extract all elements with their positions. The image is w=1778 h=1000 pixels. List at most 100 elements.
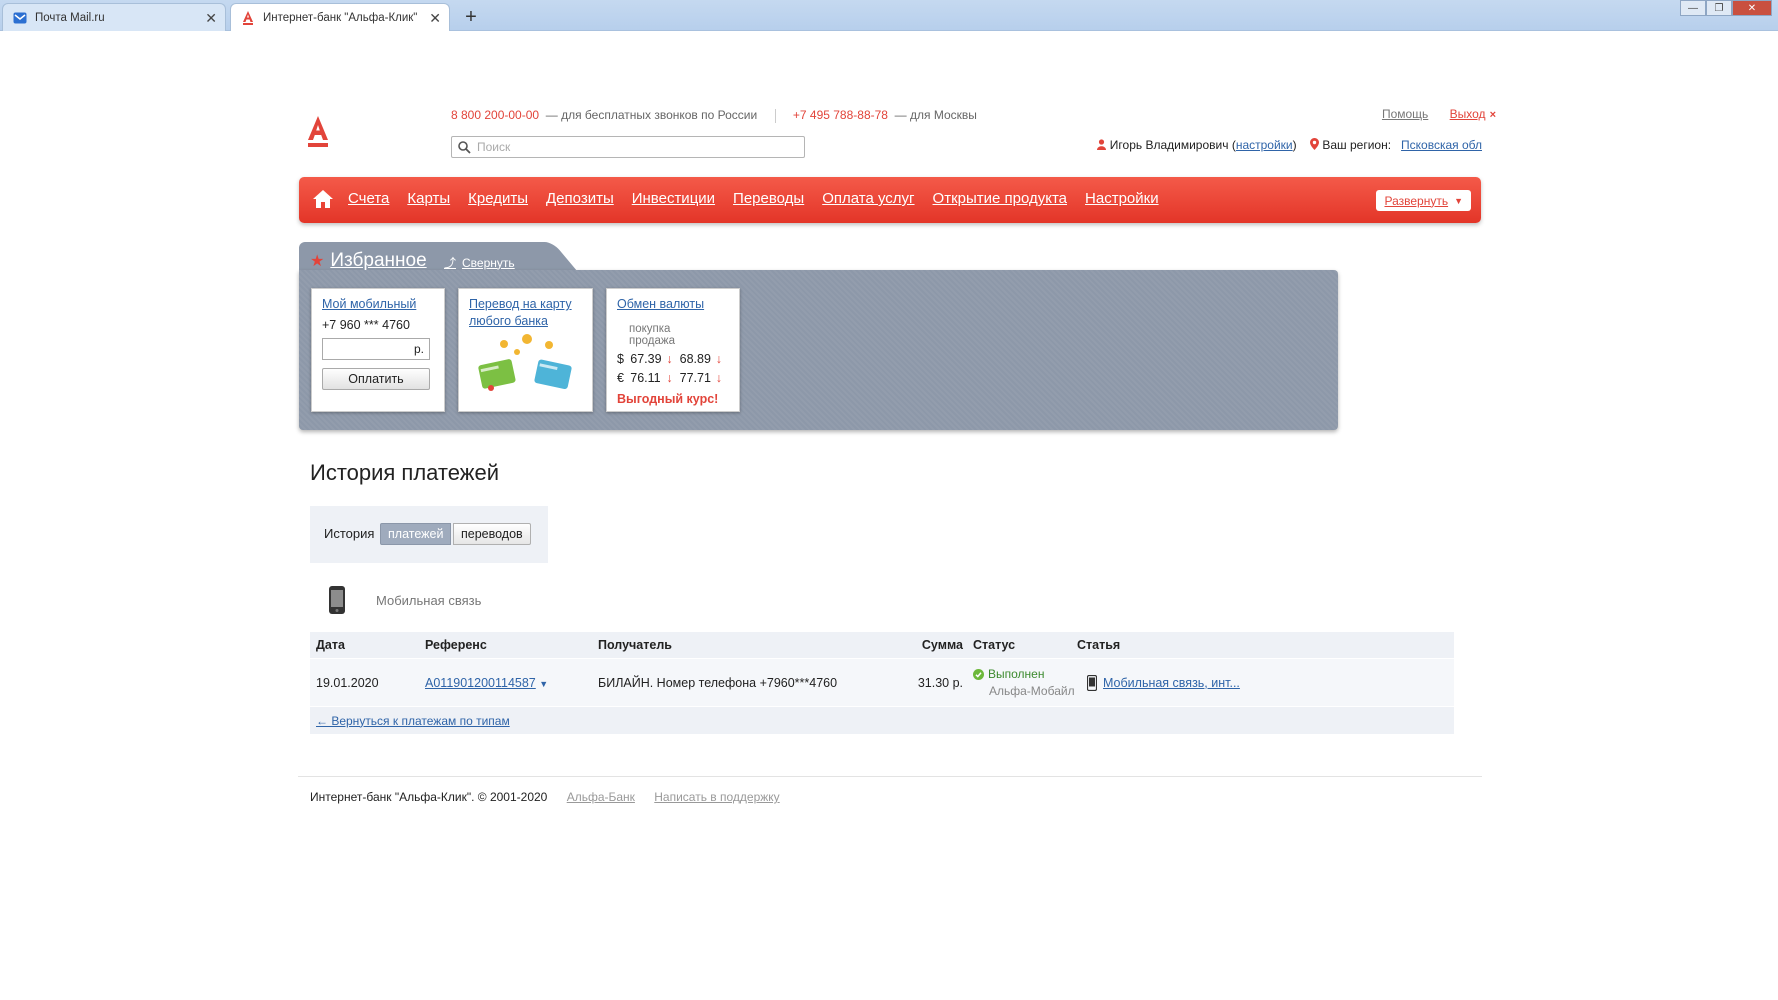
table-row: 19.01.2020 A011901200114587 ▼ БИЛАЙН. Но… — [310, 658, 1454, 706]
region-link[interactable]: Псковская обл — [1401, 138, 1482, 152]
status-done: Выполнен — [973, 667, 1077, 681]
nav-item-deposits[interactable]: Депозиты — [546, 190, 614, 207]
footer: Интернет-банк "Альфа-Клик". © 2001-2020 … — [310, 790, 780, 804]
eur-buy: 76.11 — [630, 371, 661, 385]
transfer-title-line2[interactable]: любого банка — [469, 313, 582, 330]
payment-amount-field[interactable]: р. — [322, 338, 430, 360]
fx-row-eur: € 76.11 ↓ 77.71 ↓ — [617, 371, 729, 385]
nav-item-cards[interactable]: Карты — [407, 190, 450, 207]
region-label: Ваш регион: — [1322, 138, 1392, 152]
back-to-types-link[interactable]: ← Вернуться к платежам по типам — [316, 714, 510, 728]
fx-sell-label: продажа — [629, 335, 675, 347]
collapse-link[interactable]: ⤴ Свернуть — [444, 254, 515, 271]
mail-icon — [13, 11, 27, 25]
search-placeholder: Поиск — [477, 140, 511, 154]
home-icon[interactable] — [313, 190, 333, 211]
col-reference: Референс — [425, 638, 487, 652]
nav-item-transfers[interactable]: Переводы — [733, 190, 804, 207]
maximize-icon[interactable]: ❐ — [1706, 0, 1732, 16]
mobile-number: +7 960 *** 4760 — [322, 318, 410, 332]
category-heading: Мобильная связь — [328, 586, 481, 614]
browser-tab-bar: Почта Mail.ru ✕ Интернет-банк "Альфа-Кли… — [0, 0, 1778, 31]
browser-tab-title: Интернет-банк "Альфа-Клик" — [263, 11, 418, 24]
nav-item-accounts[interactable]: Счета — [348, 190, 389, 207]
row-article[interactable]: Мобильная связь, инт... — [1077, 674, 1454, 691]
status-source: Альфа-Мобайл — [989, 684, 1075, 698]
settings-link[interactable]: настройки — [1236, 138, 1293, 152]
help-link[interactable]: Помощь — [1382, 107, 1428, 121]
page-title: История платежей — [310, 460, 499, 485]
eur-sell: 77.71 — [679, 371, 711, 385]
favorites-title[interactable]: ★ Избранное — [310, 250, 427, 272]
row-status: Выполнен Альфа-Мобайл — [963, 667, 1077, 698]
payments-table: Дата Референс Получатель Сумма Статус Ст… — [310, 632, 1454, 734]
nav-item-settings[interactable]: Настройки — [1085, 190, 1159, 207]
fx-title[interactable]: Обмен валюты — [617, 296, 729, 313]
col-amount: Сумма — [921, 638, 963, 652]
col-recipient: Получатель — [598, 638, 672, 652]
favorite-card-fx: Обмен валюты покупка продажа $ 67.39 ↓ 6… — [606, 288, 740, 412]
arrow-down-icon: ↓ — [715, 371, 722, 385]
nav-item-payments[interactable]: Оплата услуг — [822, 190, 914, 207]
favorite-card-mobile: Мой мобильный +7 960 *** 4760 р. Оплатит… — [311, 288, 445, 412]
star-icon: ★ — [310, 253, 325, 270]
favorites-title-label: Избранное — [330, 250, 427, 271]
phone-russia: 8 800 200-00-00 — [451, 108, 540, 122]
exit-link[interactable]: Выход — [1450, 107, 1486, 121]
close-tab-icon[interactable]: ✕ — [429, 10, 441, 27]
mobile-phone-icon — [1087, 674, 1097, 691]
fx-best-rate[interactable]: Выгодный курс! — [617, 392, 729, 406]
fx-buy-label: покупка — [629, 323, 671, 335]
reference-link[interactable]: A011901200114587 — [425, 676, 536, 690]
caret-down-icon: ▼ — [1454, 195, 1463, 206]
toggle-label: История — [324, 526, 375, 541]
minimize-icon[interactable]: — — [1680, 0, 1706, 16]
usd-symbol: $ — [617, 352, 624, 366]
mobile-card-title[interactable]: Мой мобильный — [322, 296, 434, 313]
toggle-payments[interactable]: платежей — [380, 523, 452, 545]
nav-item-investments[interactable]: Инвестиции — [632, 190, 715, 207]
close-window-icon[interactable]: ✕ — [1732, 0, 1772, 16]
user-name: Игорь Владимирович — [1109, 138, 1229, 152]
pay-button[interactable]: Оплатить — [322, 368, 430, 390]
eur-symbol: € — [617, 371, 624, 385]
expand-button[interactable]: Развернуть ▼ — [1376, 190, 1471, 211]
row-amount: 31.30 р. — [917, 675, 963, 690]
alfa-logo-icon — [241, 10, 255, 25]
col-date: Дата — [316, 638, 345, 652]
browser-tab-alfa[interactable]: Интернет-банк "Альфа-Клик" ✕ — [230, 3, 450, 31]
row-date: 19.01.2020 — [316, 675, 379, 690]
expand-label: Развернуть — [1384, 193, 1449, 208]
row-reference[interactable]: A011901200114587 ▼ — [425, 676, 598, 690]
collapse-arrow-icon: ⤴ — [444, 256, 457, 270]
row-recipient: БИЛАЙН. Номер телефона +7960***4760 — [598, 675, 838, 690]
mobile-phone-icon — [329, 586, 345, 614]
new-tab-button[interactable]: + — [458, 5, 484, 29]
close-tab-icon[interactable]: ✕ — [205, 10, 217, 27]
toggle-transfers[interactable]: переводов — [453, 523, 531, 545]
search-icon — [458, 140, 471, 154]
article-link[interactable]: Мобильная связь, инт... — [1103, 676, 1240, 690]
col-article: Статья — [1077, 638, 1121, 652]
browser-tab-mail[interactable]: Почта Mail.ru ✕ — [2, 3, 226, 31]
exit-icon[interactable]: × — [1490, 109, 1496, 121]
support-link[interactable]: Написать в поддержку — [654, 790, 779, 804]
alfa-bank-logo[interactable] — [306, 116, 330, 150]
table-footer: ← Вернуться к платежам по типам — [310, 706, 1454, 734]
search-input[interactable]: Поиск — [451, 136, 805, 158]
user-icon — [1097, 139, 1107, 150]
copyright: Интернет-банк "Альфа-Клик". © 2001-2020 — [310, 790, 548, 804]
phone-moscow-desc: — для Москвы — [894, 108, 977, 122]
fx-row-usd: $ 67.39 ↓ 68.89 ↓ — [617, 352, 729, 366]
favorites-panel — [299, 270, 1338, 430]
cards-illustration-icon — [478, 334, 572, 391]
nav-item-credits[interactable]: Кредиты — [468, 190, 528, 207]
arrow-down-icon: ↓ — [715, 352, 722, 366]
nav-item-open-product[interactable]: Открытие продукта — [933, 190, 1068, 207]
transfer-title-line1[interactable]: Перевод на карту — [469, 296, 582, 313]
favorite-card-transfer[interactable]: Перевод на карту любого банка — [458, 288, 593, 412]
phone-russia-desc: — для бесплатных звонков по России — [545, 108, 758, 122]
caret-down-icon[interactable]: ▼ — [539, 679, 548, 689]
collapse-label: Свернуть — [462, 255, 515, 270]
alfa-bank-link[interactable]: Альфа-Банк — [567, 790, 635, 804]
